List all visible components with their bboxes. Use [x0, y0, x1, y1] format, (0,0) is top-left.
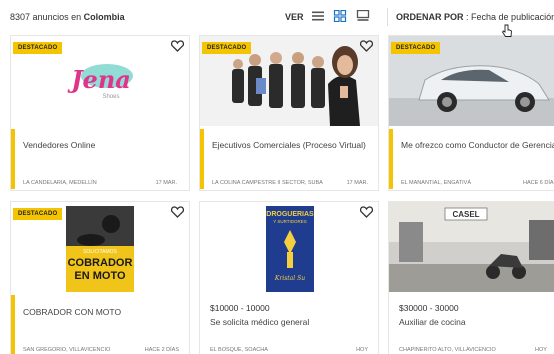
card-view-icon[interactable]	[356, 10, 370, 22]
listing-location: LA CANDELARIA, MEDELLÍN	[23, 180, 97, 186]
listing-location: EL BOSQUE, SOACHA	[210, 347, 268, 353]
listing-location: EL MANANTIAL, ENGATIVÁ	[401, 180, 471, 186]
poster-line-2: EN MOTO	[74, 270, 126, 282]
featured-badge: DESTACADO	[202, 42, 252, 54]
listing-salary: $30000 - 30000	[399, 303, 459, 313]
heart-icon[interactable]	[360, 40, 373, 52]
poster-line-1: DROGUERIAS	[266, 211, 314, 218]
listing-salary: $10000 - 10000	[210, 303, 270, 313]
listing-card[interactable]: DESTACADO Me ofrezco como Conductor de G…	[388, 35, 554, 191]
listing-date: HACE 2 DÍAS	[144, 347, 179, 353]
pointer-cursor-icon	[501, 24, 512, 37]
featured-badge: DESTACADO	[13, 42, 63, 54]
featured-badge: DESTACADO	[391, 42, 441, 54]
listing-card[interactable]: DROGUERIAS Y SURTIDORES Kristal Su $1000…	[199, 201, 379, 354]
listing-image: DROGUERIAS Y SURTIDORES Kristal Su	[200, 202, 378, 292]
listing-location: SAN GREGORIO, VILLAVICENCIO	[23, 347, 111, 353]
featured-accent-bar	[200, 129, 204, 189]
toolbar-divider	[387, 8, 388, 26]
poster-script: Kristal Su	[274, 275, 305, 282]
heart-icon[interactable]	[171, 40, 184, 52]
listing-title[interactable]: Me ofrezco como Conductor de Gerencia...	[401, 140, 554, 150]
listing-location: CHAPINERITO ALTO, VILLAVICENCIO	[399, 347, 496, 353]
listing-title[interactable]: COBRADOR CON MOTO	[23, 307, 121, 317]
heart-icon[interactable]	[171, 206, 184, 218]
featured-accent-bar	[11, 295, 15, 354]
featured-accent-bar	[389, 129, 393, 189]
results-count-number: 8307	[10, 12, 31, 22]
listing-image: CASEL	[389, 202, 554, 292]
listing-title[interactable]: Vendedores Online	[23, 140, 95, 150]
listing-title[interactable]: Ejecutivos Comerciales (Proceso Virtual)	[212, 140, 366, 150]
poster-top-text: SOLICITAMOS	[83, 249, 117, 255]
logo-subtext: Shoes	[102, 94, 119, 100]
listing-card[interactable]: Jena Shoes DESTACADO Vendedores Online L…	[10, 35, 190, 191]
poster-line-1: COBRADOR	[68, 257, 133, 269]
featured-badge: DESTACADO	[13, 208, 63, 220]
listing-date: HOY	[535, 347, 547, 353]
listing-date: 17 MAR.	[155, 180, 177, 186]
listing-date: 17 MAR.	[346, 180, 368, 186]
listing-card[interactable]: DESTACADO Ejecutivos Comerciales (Proces…	[199, 35, 379, 191]
listing-title[interactable]: Auxiliar de cocina	[399, 317, 466, 327]
grid-icon[interactable]	[333, 10, 347, 22]
heart-icon[interactable]	[360, 206, 373, 218]
listing-card[interactable]: CASEL $30000 - 30000 Auxiliar de cocina …	[388, 201, 554, 354]
listing-date: HOY	[356, 347, 368, 353]
results-count: 8307 anuncios en Colombia	[10, 12, 125, 22]
sort-label: ORDENAR POR	[396, 12, 464, 22]
sort-value: : Fecha de publicación	[466, 12, 554, 22]
listing-title[interactable]: Se solicita médico general	[210, 317, 309, 327]
list-icon[interactable]	[311, 10, 325, 22]
results-count-location: Colombia	[83, 12, 125, 22]
view-label: VER	[285, 12, 304, 22]
listing-location: LA COLINA CAMPESTRE II SECTOR, SUBA	[212, 180, 323, 186]
results-count-text: anuncios en	[32, 12, 82, 22]
drogueria-poster: DROGUERIAS Y SURTIDORES Kristal Su	[200, 202, 378, 292]
poster-line-2: Y SURTIDORES	[273, 219, 307, 224]
listing-date: HACE 6 DÍA	[523, 180, 554, 186]
listing-card[interactable]: SOLICITAMOS COBRADOR EN MOTO DESTACADO C…	[10, 201, 190, 354]
restaurant-photo: CASEL	[389, 202, 554, 292]
sign-text: CASEL	[452, 210, 479, 219]
results-toolbar: 8307 anuncios en Colombia VER ORDENAR PO…	[0, 0, 554, 34]
logo-text: Jena	[67, 65, 131, 94]
featured-accent-bar	[11, 129, 15, 189]
sort-dropdown[interactable]: ORDENAR POR : Fecha de publicación	[396, 12, 554, 22]
